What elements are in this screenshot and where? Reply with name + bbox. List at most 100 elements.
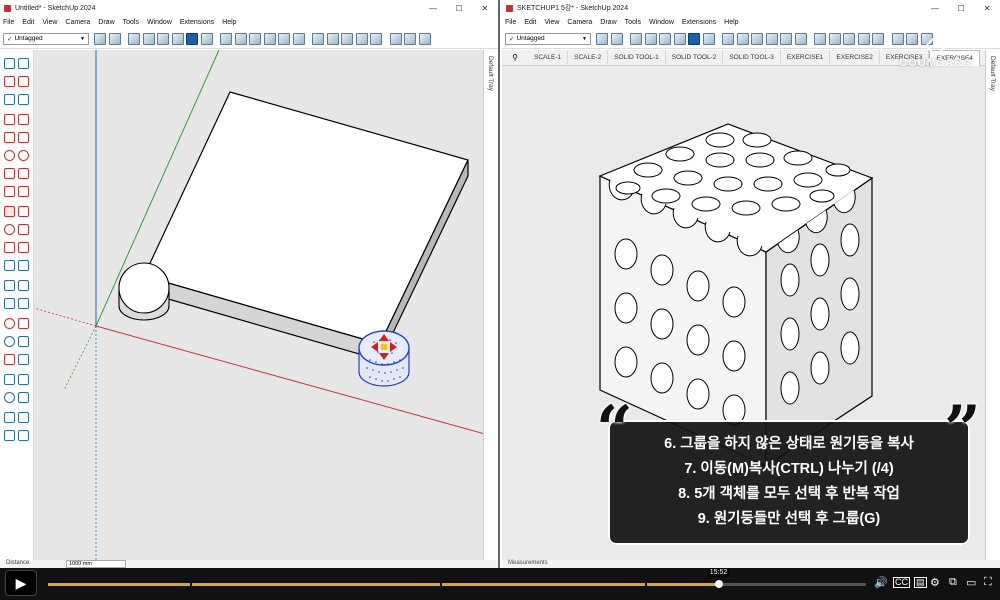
menu-view[interactable]: View: [544, 19, 559, 26]
theater-icon[interactable]: ▭: [966, 576, 976, 589]
solid-split-icon[interactable]: [370, 32, 382, 45]
tag-eraser-icon[interactable]: [18, 94, 29, 105]
tag-selector[interactable]: ✓ Untagged ▼: [3, 32, 89, 45]
axes-tool-icon[interactable]: [4, 298, 15, 309]
tab-scale-2[interactable]: SCALE-2: [568, 49, 609, 66]
rectangle-tool-icon[interactable]: [4, 132, 15, 143]
captions-icon[interactable]: CC: [893, 577, 910, 588]
tab-exercise1[interactable]: EXERCISE1: [781, 49, 831, 66]
pan-tool-icon[interactable]: [18, 318, 29, 329]
zoom-extents-icon[interactable]: [4, 354, 15, 365]
menu-file[interactable]: File: [3, 19, 14, 26]
orbit-tool-icon[interactable]: [4, 318, 15, 329]
solid-union-icon[interactable]: [814, 32, 826, 45]
zoom-window-icon[interactable]: [18, 336, 29, 347]
close-icon[interactable]: ✕: [472, 4, 498, 13]
menu-extensions[interactable]: Extensions: [682, 19, 716, 26]
follow-me-icon[interactable]: [18, 224, 29, 235]
dimension-tool-icon[interactable]: [18, 260, 29, 271]
menu-tools[interactable]: Tools: [123, 19, 139, 26]
freehand-tool-icon[interactable]: [18, 114, 29, 125]
tab-exercise2[interactable]: EXERCISE2: [830, 49, 880, 66]
three-point-arc-icon[interactable]: [4, 186, 15, 197]
maximize-icon[interactable]: ☐: [948, 4, 974, 13]
text-tool-icon[interactable]: [18, 280, 29, 291]
tab-solid-tool-2[interactable]: SOLID TOOL-2: [666, 49, 724, 66]
right-view-icon[interactable]: [765, 32, 778, 45]
tape-measure-icon[interactable]: [4, 260, 15, 271]
menu-tools[interactable]: Tools: [625, 19, 641, 26]
tag-tool-icon[interactable]: [596, 32, 608, 45]
solid-intersect-icon[interactable]: [341, 32, 353, 45]
solid-trim-icon[interactable]: [355, 32, 368, 45]
textured-style-icon[interactable]: [200, 32, 213, 45]
minimize-icon[interactable]: —: [420, 4, 446, 13]
top-view-icon[interactable]: [234, 32, 247, 45]
tag-selector[interactable]: ✓ Untagged ▼: [505, 32, 591, 45]
select-tool-icon[interactable]: [4, 58, 15, 69]
menu-draw[interactable]: Draw: [600, 19, 616, 26]
solid-subtract-icon[interactable]: [828, 32, 841, 45]
wireframe-style-icon[interactable]: [157, 32, 169, 45]
paint-tag-icon[interactable]: [108, 32, 121, 45]
menu-extensions[interactable]: Extensions: [180, 19, 214, 26]
shaded-style-icon[interactable]: [688, 32, 700, 45]
menu-draw[interactable]: Draw: [98, 19, 114, 26]
sandbox-stamp-icon[interactable]: [18, 430, 29, 441]
rotated-rectangle-icon[interactable]: [18, 132, 29, 143]
solid-intersect-icon[interactable]: [843, 32, 855, 45]
menu-edit[interactable]: Edit: [524, 19, 536, 26]
backedges-style-icon[interactable]: [142, 32, 155, 45]
tag-paint-icon[interactable]: [4, 94, 15, 105]
progress-track[interactable]: [48, 583, 866, 586]
eraser-icon[interactable]: [18, 76, 29, 87]
shaded-style-icon[interactable]: [186, 32, 198, 45]
menu-help[interactable]: Help: [724, 19, 738, 26]
front-view-icon[interactable]: [751, 32, 763, 45]
front-view-icon[interactable]: [249, 32, 261, 45]
sandbox-contours-icon[interactable]: [4, 412, 15, 423]
menu-view[interactable]: View: [42, 19, 57, 26]
progress-handle[interactable]: [714, 580, 723, 588]
position-camera-icon[interactable]: [4, 374, 15, 385]
section-display-icon[interactable]: [404, 32, 416, 45]
maximize-icon[interactable]: ☐: [446, 4, 472, 13]
menu-window[interactable]: Window: [147, 19, 172, 26]
rotate-tool-icon[interactable]: [4, 224, 15, 235]
left-view-icon[interactable]: [794, 32, 807, 45]
sandbox-smoove-icon[interactable]: [4, 430, 15, 441]
3d-text-icon[interactable]: [18, 298, 29, 309]
walk-tool-icon[interactable]: [18, 374, 29, 385]
close-icon[interactable]: ✕: [974, 4, 1000, 13]
solid-split-icon[interactable]: [872, 32, 884, 45]
section-cut-icon[interactable]: [418, 32, 431, 45]
zoom-tool-icon[interactable]: [4, 336, 15, 347]
push-pull-icon[interactable]: [18, 206, 29, 217]
arc-tool-icon[interactable]: [4, 168, 15, 179]
section-plane-icon[interactable]: [389, 32, 402, 45]
search-icon[interactable]: ⚲: [502, 53, 528, 62]
cylinder-top[interactable]: [118, 262, 170, 314]
scale-tool-icon[interactable]: [4, 242, 15, 253]
line-tool-icon[interactable]: [4, 114, 15, 125]
solid-trim-icon[interactable]: [857, 32, 870, 45]
left-tray-strip[interactable]: Default Tray: [483, 50, 498, 562]
tag-tool-icon[interactable]: [94, 32, 106, 45]
fullscreen-icon[interactable]: ⛶: [984, 576, 992, 589]
right-view-icon[interactable]: [263, 32, 276, 45]
left-view-icon[interactable]: [292, 32, 305, 45]
protractor-icon[interactable]: [4, 280, 15, 291]
circle-tool-icon[interactable]: [4, 150, 15, 161]
move-tool-icon[interactable]: [4, 206, 15, 217]
paint-bucket-icon[interactable]: [4, 76, 15, 87]
offset-tool-icon[interactable]: [18, 242, 29, 253]
iso-view-icon[interactable]: [722, 32, 734, 45]
play-button[interactable]: ▶: [5, 570, 37, 596]
xray-style-icon[interactable]: [630, 32, 642, 45]
tab-scale-1[interactable]: SCALE-1: [528, 49, 569, 66]
textured-style-icon[interactable]: [702, 32, 715, 45]
xray-style-icon[interactable]: [128, 32, 140, 45]
miniplayer-icon[interactable]: ⧉: [949, 576, 957, 589]
two-point-arc-icon[interactable]: [18, 168, 29, 179]
measurement-box[interactable]: 1000 mm: [66, 560, 126, 568]
